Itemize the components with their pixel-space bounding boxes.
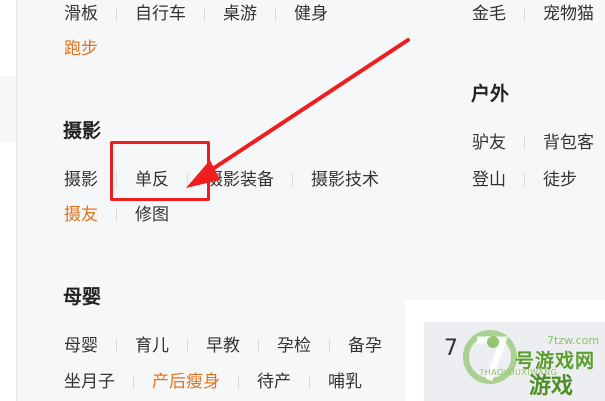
tag-separator — [204, 7, 205, 21]
tag-mountaineering[interactable]: 登山 — [472, 169, 506, 191]
outdoor-tag-row-1: 驴友 背包客 — [472, 132, 594, 154]
photography-tag-row-2: 摄友 修图 — [64, 204, 169, 226]
tag-skateboard[interactable]: 滑板 — [64, 3, 98, 25]
sidebar-tab[interactable] — [0, 0, 17, 76]
tag-parenting[interactable]: 育儿 — [135, 335, 169, 357]
tag-postpartum-slimming[interactable]: 产后瘦身 — [152, 371, 220, 393]
tag-bicycle[interactable]: 自行车 — [135, 3, 186, 25]
tag-backpacker[interactable]: 背包客 — [543, 132, 594, 154]
mother-baby-tag-row-2: 坐月子 产后瘦身 待产 哺乳 — [64, 371, 362, 393]
tag-board-games[interactable]: 桌游 — [223, 3, 257, 25]
annotation-highlight-box — [110, 141, 210, 201]
tag-separator — [238, 375, 239, 389]
tag-separator — [524, 7, 525, 21]
tag-mother-baby[interactable]: 母婴 — [64, 335, 98, 357]
tag-photo-gear[interactable]: 摄影装备 — [206, 169, 274, 191]
outdoor-tag-row-2: 登山 徒步 — [472, 169, 577, 191]
outdoor-heading: 户外 — [471, 83, 510, 105]
tag-prenatal-check[interactable]: 孕检 — [277, 335, 311, 357]
tag-separator — [258, 339, 259, 353]
tag-separator — [524, 173, 525, 187]
tag-pet-cat[interactable]: 宠物猫 — [543, 3, 594, 25]
tag-preparing-pregnancy[interactable]: 备孕 — [348, 335, 382, 357]
sidebar-divider — [16, 0, 17, 401]
tag-separator — [292, 173, 293, 187]
tag-separator — [524, 136, 525, 150]
sports-tag-row-1: 滑板 自行车 桌游 健身 — [64, 3, 328, 25]
tag-golden-retriever[interactable]: 金毛 — [472, 3, 506, 25]
tag-awaiting-delivery[interactable]: 待产 — [257, 371, 291, 393]
tag-separator — [116, 208, 117, 222]
tag-travel-friends[interactable]: 驴友 — [472, 132, 506, 154]
tag-separator — [275, 7, 276, 21]
tag-breastfeeding[interactable]: 哺乳 — [328, 371, 362, 393]
mother-baby-tag-row-1: 母婴 育儿 早教 孕检 备孕 — [64, 335, 382, 357]
tag-hiking[interactable]: 徒步 — [543, 169, 577, 191]
pets-tag-row: 金毛 宠物猫 — [472, 3, 594, 25]
tag-confinement[interactable]: 坐月子 — [64, 371, 115, 393]
watermark-brand-big: 游戏 — [529, 374, 574, 399]
tag-photography[interactable]: 摄影 — [64, 169, 98, 191]
tag-photo-retouch[interactable]: 修图 — [135, 204, 169, 226]
tag-separator — [116, 339, 117, 353]
sports-tag-row-2: 跑步 — [64, 38, 98, 60]
tag-fitness[interactable]: 健身 — [294, 3, 328, 25]
tag-photo-friends[interactable]: 摄友 — [64, 204, 98, 226]
tag-photo-technique[interactable]: 摄影技术 — [311, 169, 379, 191]
tag-separator — [187, 339, 188, 353]
tag-separator — [116, 7, 117, 21]
tag-running[interactable]: 跑步 — [64, 38, 98, 60]
tag-separator — [133, 375, 134, 389]
tag-separator — [329, 339, 330, 353]
tag-early-education[interactable]: 早教 — [206, 335, 240, 357]
left-category-sidebar — [0, 0, 17, 401]
photography-heading: 摄影 — [63, 120, 102, 142]
mother-baby-heading: 母婴 — [63, 286, 102, 308]
sidebar-tab-active[interactable] — [0, 142, 17, 401]
site-watermark: 7tzw.com 号游戏网 7HAOYOUXIWANG 游戏 — [455, 318, 605, 401]
tag-separator — [309, 375, 310, 389]
